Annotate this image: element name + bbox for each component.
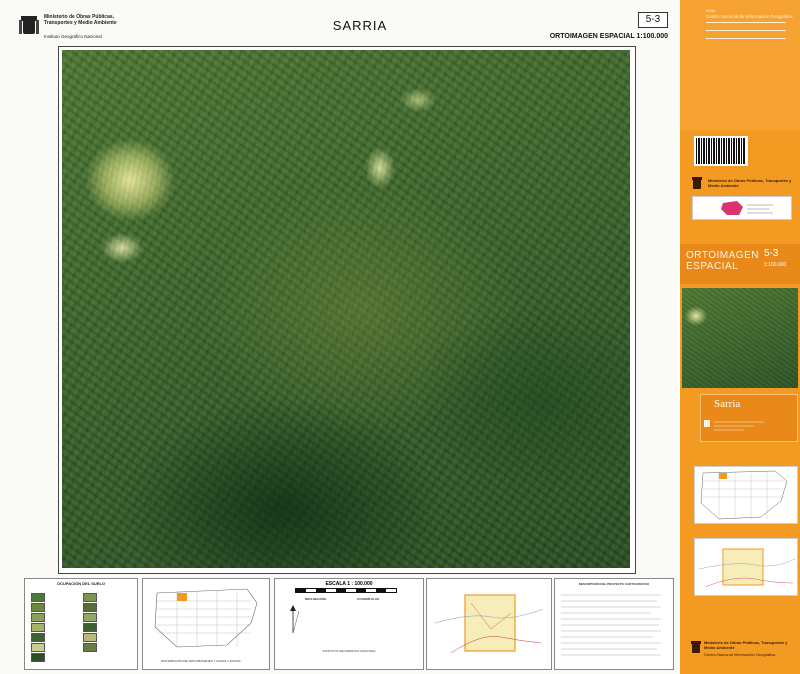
legend-swatch: [83, 593, 97, 602]
map-sheet: Ministerio de Obras Públicas, Transporte…: [0, 0, 678, 674]
scale-title: ESCALA 1 : 100.000: [325, 581, 373, 587]
map-title: SARRIA: [332, 18, 388, 33]
ign-label: INSTITUTO GEOGRÁFICO NACIONAL: [322, 649, 376, 653]
panel-center: Centro Nacional de Información Geográfic…: [706, 14, 793, 19]
panel-location-graphic: [698, 548, 796, 588]
institute-name: Instituto Geográfico Nacional: [44, 34, 102, 39]
legend-swatch: [83, 613, 97, 622]
legend-swatch: [31, 613, 45, 622]
product-name: ORTOIMAGEN ESPACIAL: [686, 250, 759, 272]
declination-label: DECLINACIÓN: [305, 597, 326, 601]
project-text-lines: [561, 594, 661, 656]
legend-swatch: [83, 633, 97, 642]
legend-swatch: [31, 593, 45, 602]
coat-of-arms-icon: [691, 641, 701, 653]
panel-scale: 1:100.000: [764, 262, 787, 268]
legend-swatch: [31, 633, 45, 642]
panel-sheet-number: 5-3: [764, 248, 779, 259]
legend-swatch: [31, 623, 45, 632]
legend-title: OCUPACIÓN DEL SUELO: [56, 581, 106, 586]
panel-rule: [706, 38, 786, 39]
index-map-caption: DISTRIBUCIÓN DE ORTOIMÁGENES Y HOJAS 1:1…: [161, 659, 241, 663]
panel-index-graphic: [700, 470, 788, 520]
panel-footer-ministry: Ministerio de Obras Públicas, Transporte…: [704, 640, 788, 650]
legend-swatch: [83, 623, 97, 632]
scale-bar: [295, 588, 397, 593]
map-subtitle: ORTOIMAGEN ESPACIAL 1:100.000: [549, 33, 668, 40]
location-inset: [426, 578, 552, 670]
panel-edition: Edita: [706, 8, 716, 13]
panel-thumbnail: [682, 288, 798, 388]
panel-sheet-name: Sarria: [714, 398, 741, 410]
convergence-label: CUADRÍCULAS: [357, 597, 379, 601]
panel-name-lines: [704, 420, 764, 431]
index-map-box: DISTRIBUCIÓN DE ORTOIMÁGENES Y HOJAS 1:1…: [142, 578, 270, 670]
north-arrow-icon: [290, 605, 300, 634]
coat-of-arms-icon: [19, 16, 39, 34]
cnig-logo-graphic: [721, 201, 773, 215]
index-map-graphic: [154, 588, 258, 648]
panel-footer-center: Centro Nacional Información Geográfica: [704, 652, 776, 657]
panel-ministry: Ministerio de Obras Públicas, Transporte…: [708, 178, 792, 188]
legend-swatch: [83, 643, 97, 652]
panel-rule: [706, 22, 786, 23]
panel-index-map: [694, 466, 798, 524]
location-inset-map: [434, 594, 544, 654]
cnig-logo: [692, 196, 792, 220]
satellite-image[interactable]: [62, 50, 630, 568]
legend-swatch: [31, 643, 45, 652]
project-description: DESCRIPCIÓN DEL PROYECTO CARTOGRÁFICO: [554, 578, 674, 670]
legend-swatch: [31, 653, 45, 662]
scale-box: ESCALA 1 : 100.000 DECLINACIÓN CUADRÍCUL…: [274, 578, 424, 670]
ministry-name: Ministerio de Obras Públicas, Transporte…: [44, 14, 117, 26]
legend-swatch: [83, 603, 97, 612]
panel-location-map: [694, 538, 798, 596]
legend-swatch: [31, 603, 45, 612]
sheet-number: 5-3: [638, 12, 668, 28]
project-title: DESCRIPCIÓN DEL PROYECTO CARTOGRÁFICO: [578, 582, 650, 586]
terrain-shading: [62, 50, 630, 568]
panel-header: [680, 0, 800, 130]
barcode: [694, 136, 748, 166]
land-use-legend: OCUPACIÓN DEL SUELO: [24, 578, 138, 670]
coat-of-arms-icon: [692, 177, 702, 189]
panel-rule: [706, 30, 786, 31]
